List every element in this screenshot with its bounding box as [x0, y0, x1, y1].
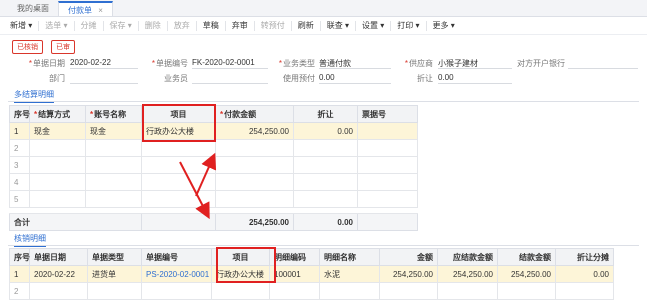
arrow-up-icon — [195, 152, 217, 197]
arrow-down-icon — [179, 161, 210, 220]
annotation-arrows — [179, 152, 217, 220]
